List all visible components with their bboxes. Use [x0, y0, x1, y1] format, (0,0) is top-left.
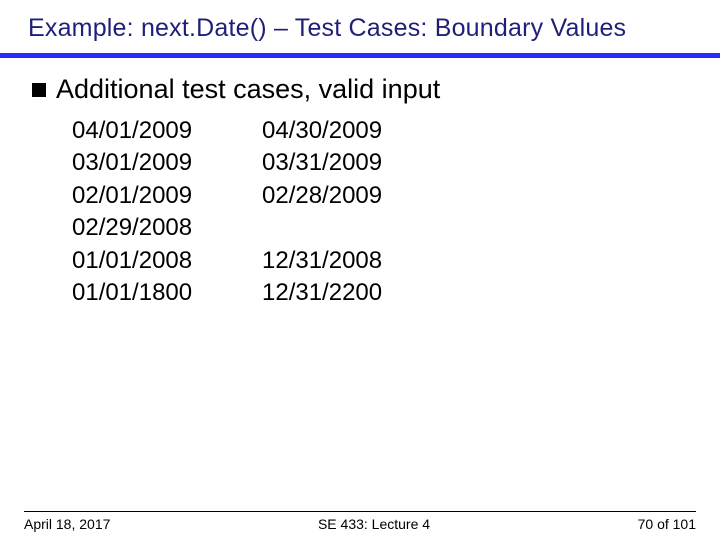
slide-title: Example: next.Date() – Test Cases: Bound… [28, 14, 696, 43]
date-cell: 03/01/2009 [72, 147, 262, 179]
date-columns: 04/01/2009 03/01/2009 02/01/2009 02/29/2… [72, 115, 696, 309]
bullet-text: Additional test cases, valid input [56, 74, 440, 105]
footer-page: 70 of 101 [638, 516, 696, 532]
date-cell: 02/01/2009 [72, 180, 262, 212]
footer-date: April 18, 2017 [24, 516, 110, 532]
date-cell: 01/01/1800 [72, 277, 262, 309]
date-cell: 02/28/2009 [262, 180, 382, 212]
date-column-right: 04/30/2009 03/31/2009 02/28/2009 12/31/2… [262, 115, 382, 309]
date-cell-empty [262, 212, 382, 244]
bullet-item: Additional test cases, valid input [32, 74, 696, 105]
date-cell: 02/29/2008 [72, 212, 262, 244]
date-cell: 04/30/2009 [262, 115, 382, 147]
footer-center: SE 433: Lecture 4 [110, 516, 637, 532]
date-cell: 03/31/2009 [262, 147, 382, 179]
footer-rule [24, 511, 696, 512]
date-cell: 12/31/2200 [262, 277, 382, 309]
date-cell: 01/01/2008 [72, 245, 262, 277]
date-column-left: 04/01/2009 03/01/2009 02/01/2009 02/29/2… [72, 115, 262, 309]
slide-footer: April 18, 2017 SE 433: Lecture 4 70 of 1… [0, 511, 720, 532]
date-cell: 12/31/2008 [262, 245, 382, 277]
date-cell: 04/01/2009 [72, 115, 262, 147]
slide: Example: next.Date() – Test Cases: Bound… [0, 0, 720, 540]
square-bullet-icon [32, 83, 46, 97]
title-rule [0, 53, 720, 58]
